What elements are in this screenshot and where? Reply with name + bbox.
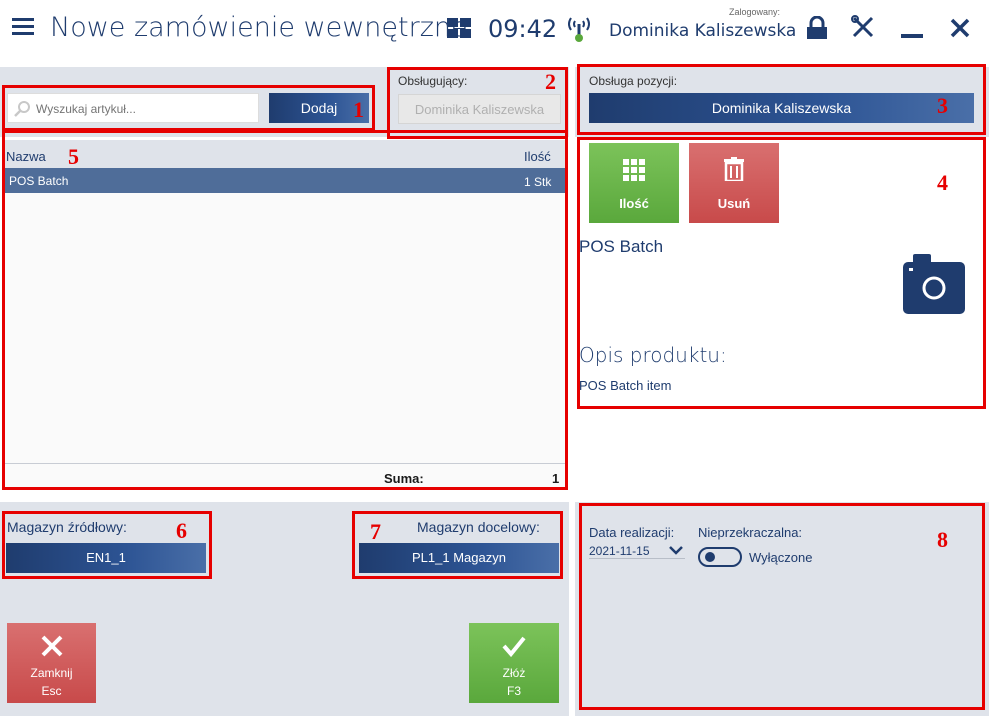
target-warehouse-select[interactable]: PL1_1 Magazyn (359, 543, 559, 573)
row-qty: 1 Stk (524, 175, 552, 189)
close-button[interactable]: Zamknij Esc (7, 623, 96, 703)
description-text: POS Batch item (579, 378, 672, 393)
list-divider (4, 463, 565, 464)
column-name-header: Nazwa (6, 149, 46, 164)
binding-toggle[interactable] (698, 547, 742, 567)
annotation-number-8: 8 (937, 527, 948, 552)
annotation-number-5: 5 (68, 144, 79, 169)
close-x-icon (41, 635, 63, 657)
sum-value: 1 (552, 471, 560, 486)
annotation-number-1: 1 (353, 97, 364, 122)
binding-state: Wyłączone (749, 550, 813, 565)
date-picker[interactable]: 2021-11-15 (589, 543, 685, 559)
item-list: Nazwa Ilość POS Batch 1 Stk Suma: 1 (4, 140, 565, 490)
checkmark-icon (502, 636, 526, 657)
page-title: Nowe zamówienie wewnętrzne (50, 12, 468, 43)
close-icon[interactable] (950, 18, 970, 38)
table-row[interactable]: POS Batch 1 Stk (4, 168, 565, 193)
toggle-knob (705, 552, 715, 562)
column-qty-header: Ilość (524, 149, 551, 164)
binding-label: Nieprzekraczalna: (698, 525, 803, 540)
annotation-number-3: 3 (937, 93, 948, 118)
menu-icon[interactable] (12, 14, 34, 39)
delete-tile[interactable]: Usuń (689, 143, 779, 223)
delete-tile-label: Usuń (717, 196, 751, 211)
close-button-shortcut: Esc (41, 684, 62, 698)
item-handler-select[interactable]: Dominika Kaliszewska (589, 93, 974, 123)
windows-icon[interactable] (447, 18, 471, 38)
source-warehouse-select[interactable]: EN1_1 (6, 543, 206, 573)
lock-icon[interactable] (806, 15, 828, 40)
tools-icon[interactable] (851, 15, 875, 39)
annotation-number-7: 7 (370, 519, 381, 544)
search-input[interactable] (36, 99, 251, 119)
annotation-number-4: 4 (937, 170, 948, 195)
close-button-label: Zamknij (30, 666, 73, 680)
quantity-tile[interactable]: Ilość (589, 143, 679, 223)
date-label: Data realizacji: (589, 525, 675, 540)
chevron-down-icon (669, 546, 683, 555)
cashier-select[interactable]: Dominika Kaliszewska (398, 94, 561, 124)
submit-button[interactable]: Złóż F3 (469, 623, 559, 703)
cashier-label: Obsługujący: (398, 74, 468, 88)
minimize-icon[interactable] (901, 34, 923, 38)
logged-in-user: Dominika Kaliszewska (609, 21, 797, 41)
row-name: POS Batch (9, 174, 69, 188)
annotation-number-6: 6 (176, 518, 187, 543)
submit-button-label: Złóż (502, 666, 526, 680)
list-header (4, 140, 565, 168)
camera-icon[interactable] (903, 254, 965, 314)
clock: 09:42 (488, 15, 558, 43)
sum-label: Suma: (384, 471, 424, 486)
description-heading: Opis produktu: (579, 343, 727, 367)
item-handler-label: Obsługa pozycji: (589, 74, 678, 88)
header-bar: Nowe zamówienie wewnętrzne 09:42 Zalogow… (0, 0, 989, 60)
search-icon (14, 101, 30, 117)
search-field[interactable] (7, 93, 259, 123)
trash-icon (724, 157, 744, 181)
grid-icon (623, 159, 645, 181)
target-warehouse-label: Magazyn docelowy: (417, 519, 540, 535)
date-value: 2021-11-15 (589, 544, 650, 558)
connection-status-icon (566, 14, 592, 44)
annotation-number-2: 2 (545, 69, 556, 94)
logged-in-label: Zalogowany: (729, 7, 781, 17)
product-name: POS Batch (579, 237, 664, 256)
submit-button-shortcut: F3 (506, 684, 521, 698)
quantity-tile-label: Ilość (619, 196, 649, 211)
source-warehouse-label: Magazyn źródłowy: (7, 519, 127, 535)
